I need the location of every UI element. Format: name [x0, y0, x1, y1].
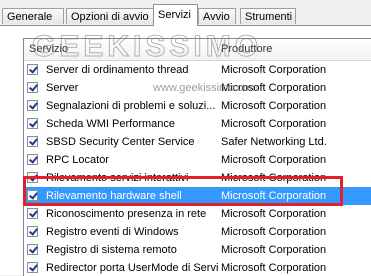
- service-manufacturer: Microsoft Corporation: [221, 100, 327, 112]
- table-row[interactable]: Server di ordinamento thread Microsoft Co…: [24, 61, 371, 79]
- service-name: Redirector porta UserMode di Servizi ...: [46, 262, 218, 274]
- service-manufacturer: Microsoft Corporation: [221, 172, 327, 184]
- tab-opzioni-di-avvio[interactable]: Opzioni di avvio: [66, 8, 154, 24]
- list-header: Servizio Produttore: [24, 39, 371, 61]
- service-checkbox[interactable]: [27, 190, 38, 201]
- table-row[interactable]: Segnalazioni di problemi e soluzi... Micr…: [24, 97, 371, 115]
- service-name: RPC Locator: [46, 154, 109, 166]
- service-name: Segnalazioni di problemi e soluzi...: [46, 100, 216, 112]
- service-name: Rilevamento servizi interattivi: [46, 172, 189, 184]
- table-row[interactable]: Redirector porta UserMode di Servizi ...…: [24, 259, 371, 276]
- service-name: Rilevamento hardware shell: [46, 190, 182, 202]
- services-list[interactable]: Servizio Produttore Server di ordinament…: [23, 38, 371, 276]
- service-name: Server di ordinamento thread: [46, 64, 189, 76]
- service-checkbox[interactable]: [27, 208, 38, 219]
- service-checkbox[interactable]: [27, 136, 38, 147]
- table-row[interactable]: Registro di sistema remoto Microsoft Corp…: [24, 241, 371, 259]
- service-checkbox[interactable]: [27, 244, 38, 255]
- tab-servizi[interactable]: Servizi: [153, 4, 198, 26]
- service-checkbox[interactable]: [27, 82, 38, 93]
- service-manufacturer: Microsoft Corporation: [221, 64, 327, 76]
- service-manufacturer: Microsoft Corporation: [221, 82, 327, 94]
- service-manufacturer: Microsoft Corporation: [221, 226, 327, 238]
- table-row[interactable]: Rilevamento servizi interattivi Microsoft…: [24, 169, 371, 187]
- tab-avvio[interactable]: Avvio: [198, 8, 236, 24]
- table-row[interactable]: Server Microsoft Corporation: [24, 79, 371, 97]
- service-checkbox[interactable]: [27, 118, 38, 129]
- service-manufacturer: Microsoft Corporation: [221, 208, 327, 220]
- service-name: Registro eventi di Windows: [46, 226, 179, 238]
- service-checkbox[interactable]: [27, 262, 38, 273]
- service-name: Scheda WMI Performance: [46, 118, 175, 130]
- services-panel: Servizio Produttore Server di ordinament…: [0, 25, 371, 276]
- service-manufacturer: Microsoft Corporation: [221, 190, 327, 202]
- service-name: SBSD Security Center Service: [46, 136, 195, 148]
- tab-bar: Generale Opzioni di avvio Servizi Avvio …: [0, 0, 371, 26]
- service-manufacturer: Microsoft Corporation: [221, 262, 327, 274]
- tab-strumenti[interactable]: Strumenti: [240, 8, 296, 24]
- table-row[interactable]: Scheda WMI Performance Microsoft Corporat…: [24, 115, 371, 133]
- service-checkbox[interactable]: [27, 226, 38, 237]
- column-header-produttore[interactable]: Produttore: [218, 39, 371, 60]
- service-name: Riconoscimento presenza in rete: [46, 208, 207, 220]
- table-row[interactable]: Registro eventi di Windows Microsoft Corp…: [24, 223, 371, 241]
- service-manufacturer: Microsoft Corporation: [221, 154, 327, 166]
- service-checkbox[interactable]: [27, 64, 38, 75]
- service-checkbox[interactable]: [27, 172, 38, 183]
- table-row[interactable]: Rilevamento hardware shell Microsoft Corp…: [24, 187, 371, 205]
- service-name: Server: [46, 82, 79, 94]
- service-manufacturer: Microsoft Corporation: [221, 118, 327, 130]
- table-row[interactable]: SBSD Security Center Service Safer Networ…: [24, 133, 371, 151]
- column-header-servizio[interactable]: Servizio: [24, 39, 218, 60]
- tab-generale[interactable]: Generale: [2, 8, 64, 24]
- table-row[interactable]: Riconoscimento presenza in rete Microsoft…: [24, 205, 371, 223]
- service-manufacturer: Safer Networking Ltd.: [221, 136, 327, 148]
- service-name: Registro di sistema remoto: [46, 244, 177, 256]
- service-checkbox[interactable]: [27, 100, 38, 111]
- table-row[interactable]: RPC Locator Microsoft Corporation: [24, 151, 371, 169]
- service-manufacturer: Microsoft Corporation: [221, 244, 327, 256]
- service-checkbox[interactable]: [27, 154, 38, 165]
